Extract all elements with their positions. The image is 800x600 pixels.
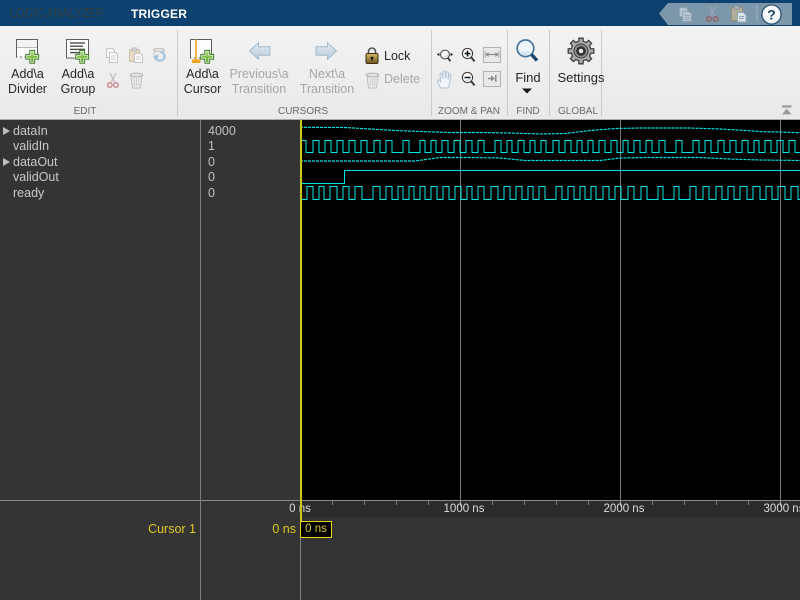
svg-text:?: ? — [767, 6, 776, 22]
